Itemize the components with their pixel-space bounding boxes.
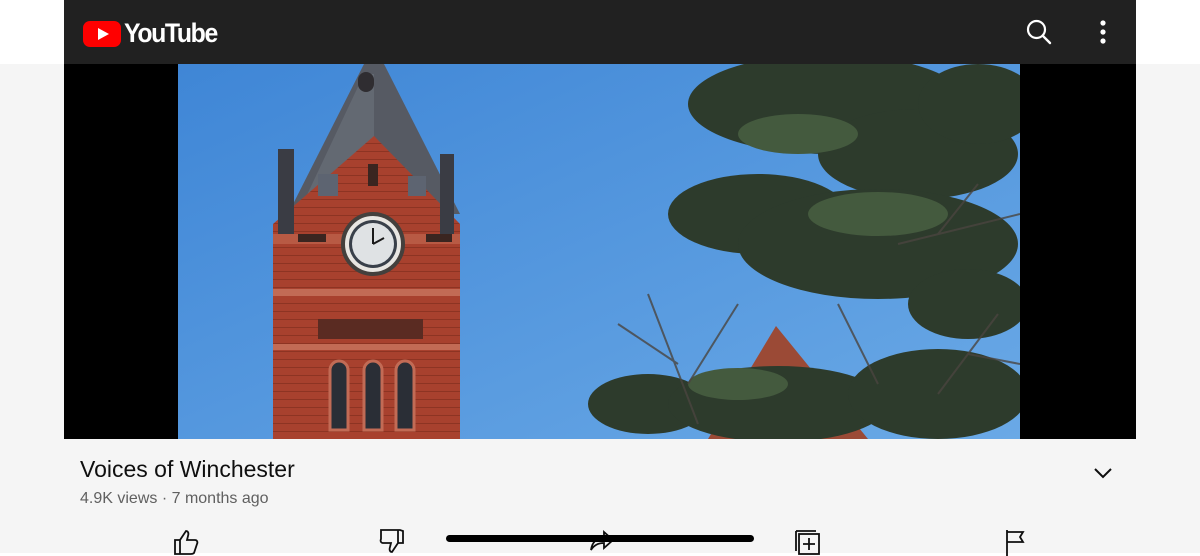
- video-frame[interactable]: [178, 64, 1020, 439]
- video-meta: 4.9K views · 7 months ago: [80, 490, 269, 508]
- share-button[interactable]: [582, 528, 622, 556]
- report-icon: [1006, 530, 1025, 556]
- meta-separator: ·: [161, 490, 168, 507]
- save-to-playlist-icon: [795, 530, 820, 555]
- like-button[interactable]: [166, 528, 206, 556]
- video-player[interactable]: [64, 64, 1136, 439]
- youtube-play-logo-icon: [83, 20, 121, 47]
- video-frame-image: [178, 64, 1020, 439]
- save-button[interactable]: [788, 528, 828, 556]
- search-icon: [1026, 19, 1052, 45]
- youtube-app: YouTube Voices of Winchester 4.9K views …: [64, 0, 1136, 556]
- report-button[interactable]: [996, 528, 1036, 556]
- search-button[interactable]: [1023, 16, 1055, 48]
- like-icon: [174, 530, 199, 555]
- logo-text: YouTube: [124, 18, 218, 48]
- dislike-button[interactable]: [372, 528, 412, 556]
- dislike-icon: [379, 529, 404, 553]
- share-icon: [590, 529, 615, 551]
- expand-description-button[interactable]: [1086, 456, 1120, 490]
- more-vertical-icon: [1100, 20, 1106, 44]
- top-bar: YouTube: [64, 0, 1136, 64]
- chevron-down-icon: [1094, 468, 1112, 479]
- video-title: Voices of Winchester: [80, 456, 295, 482]
- youtube-logo[interactable]: YouTube: [83, 18, 225, 49]
- upload-age: 7 months ago: [171, 490, 269, 507]
- view-count: 4.9K views: [80, 490, 158, 507]
- home-indicator[interactable]: [446, 535, 754, 542]
- more-options-button[interactable]: [1087, 16, 1119, 48]
